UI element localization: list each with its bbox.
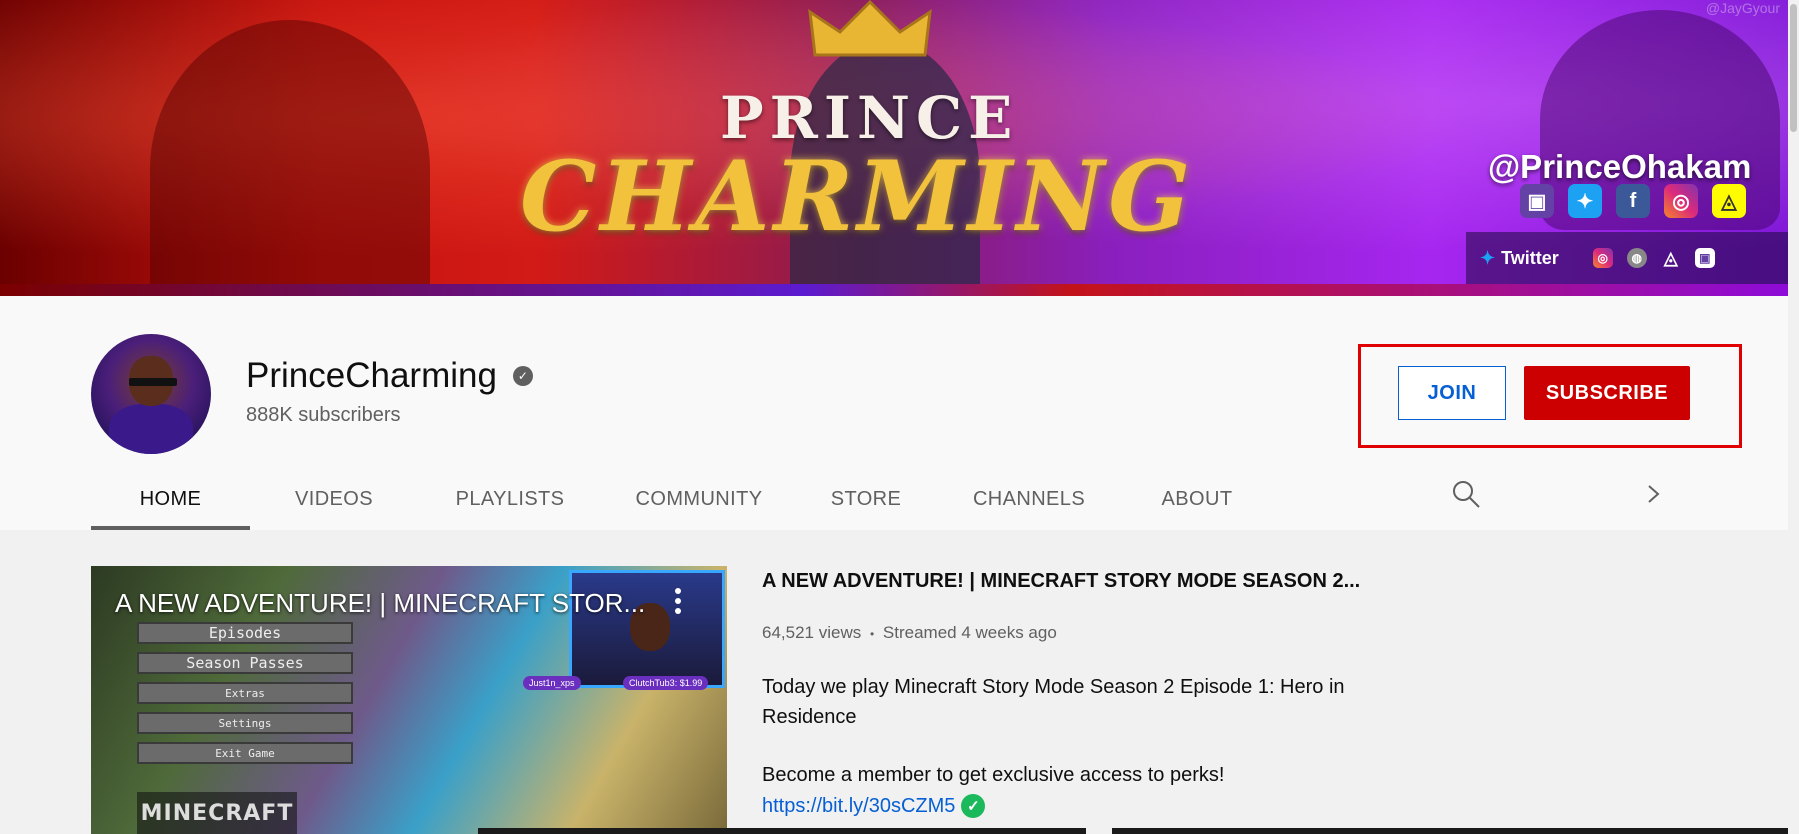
thumb-menu-extras: Extras (137, 682, 353, 704)
twitch-icon[interactable]: ▣ (1694, 248, 1715, 268)
tab-channels[interactable]: CHANNELS (936, 468, 1122, 530)
meta-separator: • (869, 627, 875, 641)
tab-videos[interactable]: VIDEOS (250, 468, 418, 530)
banner-social-icons: ▣ ✦ f ◎ ◬ (1520, 184, 1746, 218)
tab-home[interactable]: HOME (91, 468, 250, 530)
video-description: Today we play Minecraft Story Mode Seaso… (762, 676, 1345, 728)
video-views: 64,521 views (762, 623, 862, 642)
video-link-row: https://bit.ly/30sCZM5 ✓ (762, 794, 986, 818)
thumb-menu-exit: Exit Game (137, 742, 353, 764)
banner-watermark: @JayGyour (1705, 0, 1780, 16)
banner-title-line2: CHARMING (520, 140, 1195, 253)
scrollbar-thumb[interactable] (1790, 4, 1797, 132)
crown-icon (808, 0, 932, 57)
next-row-thumbnail (478, 828, 1086, 834)
tab-store[interactable]: STORE (796, 468, 936, 530)
avatar-body (109, 404, 193, 454)
twitter-link[interactable]: ✦ Twitter (1480, 248, 1559, 269)
tab-playlists[interactable]: PLAYLISTS (418, 468, 602, 530)
minecraft-logo: MINECRAFT (137, 792, 297, 834)
thumb-chat-2: ClutchTub3: $1.99 (623, 676, 709, 690)
chevron-right-icon[interactable] (1642, 478, 1666, 510)
avatar[interactable] (91, 334, 211, 454)
thumb-chat-1: Just1n_xps (523, 676, 581, 690)
next-row-thumbnail (1112, 828, 1788, 834)
globe-icon[interactable]: ◍ (1626, 248, 1647, 268)
tab-about[interactable]: ABOUT (1122, 468, 1272, 530)
check-icon: ✓ (961, 794, 986, 818)
video-link[interactable]: https://bit.ly/30sCZM5 (762, 795, 955, 818)
channel-banner: PRINCE CHARMING @PrinceOhakam ▣ ✦ f ◎ ◬ … (0, 0, 1788, 296)
banner-links: ✦ Twitter ◎ ◍ ◬ ▣ (1466, 232, 1788, 284)
verified-icon: ✓ (512, 366, 533, 386)
snapchat-icon: ◬ (1712, 184, 1746, 218)
facebook-icon: f (1616, 184, 1650, 218)
channel-tabs: HOME VIDEOS PLAYLISTS COMMUNITY STORE CH… (91, 468, 1272, 530)
subscribe-button[interactable]: SUBSCRIBE (1524, 366, 1690, 420)
thumb-menu-settings: Settings (137, 712, 353, 734)
featured-video-thumbnail[interactable]: Episodes Season Passes Extras Settings E… (91, 566, 727, 834)
twitch-icon: ▣ (1520, 184, 1554, 218)
tab-community[interactable]: COMMUNITY (602, 468, 796, 530)
search-icon[interactable] (1450, 478, 1482, 510)
twitter-link-label: Twitter (1501, 247, 1559, 268)
snapchat-icon[interactable]: ◬ (1661, 248, 1681, 268)
video-title[interactable]: A NEW ADVENTURE! | MINECRAFT STORY MODE … (762, 570, 1360, 593)
instagram-icon: ◎ (1664, 184, 1698, 218)
channel-title-row: PrinceCharming ✓ (246, 356, 533, 396)
banner-handle: @PrinceOhakam (1488, 148, 1752, 185)
twitter-icon: ✦ (1568, 184, 1602, 218)
avatar-tag (129, 378, 177, 386)
thumb-menu-season-passes: Season Passes (137, 652, 353, 674)
banner-bottom-strip (0, 284, 1788, 296)
channel-name: PrinceCharming (246, 356, 497, 395)
join-button[interactable]: JOIN (1398, 366, 1506, 420)
video-membership-cta: Become a member to get exclusive access … (762, 764, 1225, 786)
thumbnail-title: A NEW ADVENTURE! | MINECRAFT STOR... (115, 588, 646, 618)
subscriber-count: 888K subscribers (246, 404, 401, 426)
page-scrollbar[interactable] (1788, 0, 1799, 834)
more-vert-icon[interactable] (671, 586, 685, 616)
video-meta: 64,521 views • Streamed 4 weeks ago (762, 623, 1057, 643)
instagram-icon[interactable]: ◎ (1592, 248, 1613, 268)
thumb-menu-episodes: Episodes (137, 622, 353, 644)
video-streamed: Streamed 4 weeks ago (882, 623, 1057, 642)
twitter-icon: ✦ (1480, 247, 1496, 268)
